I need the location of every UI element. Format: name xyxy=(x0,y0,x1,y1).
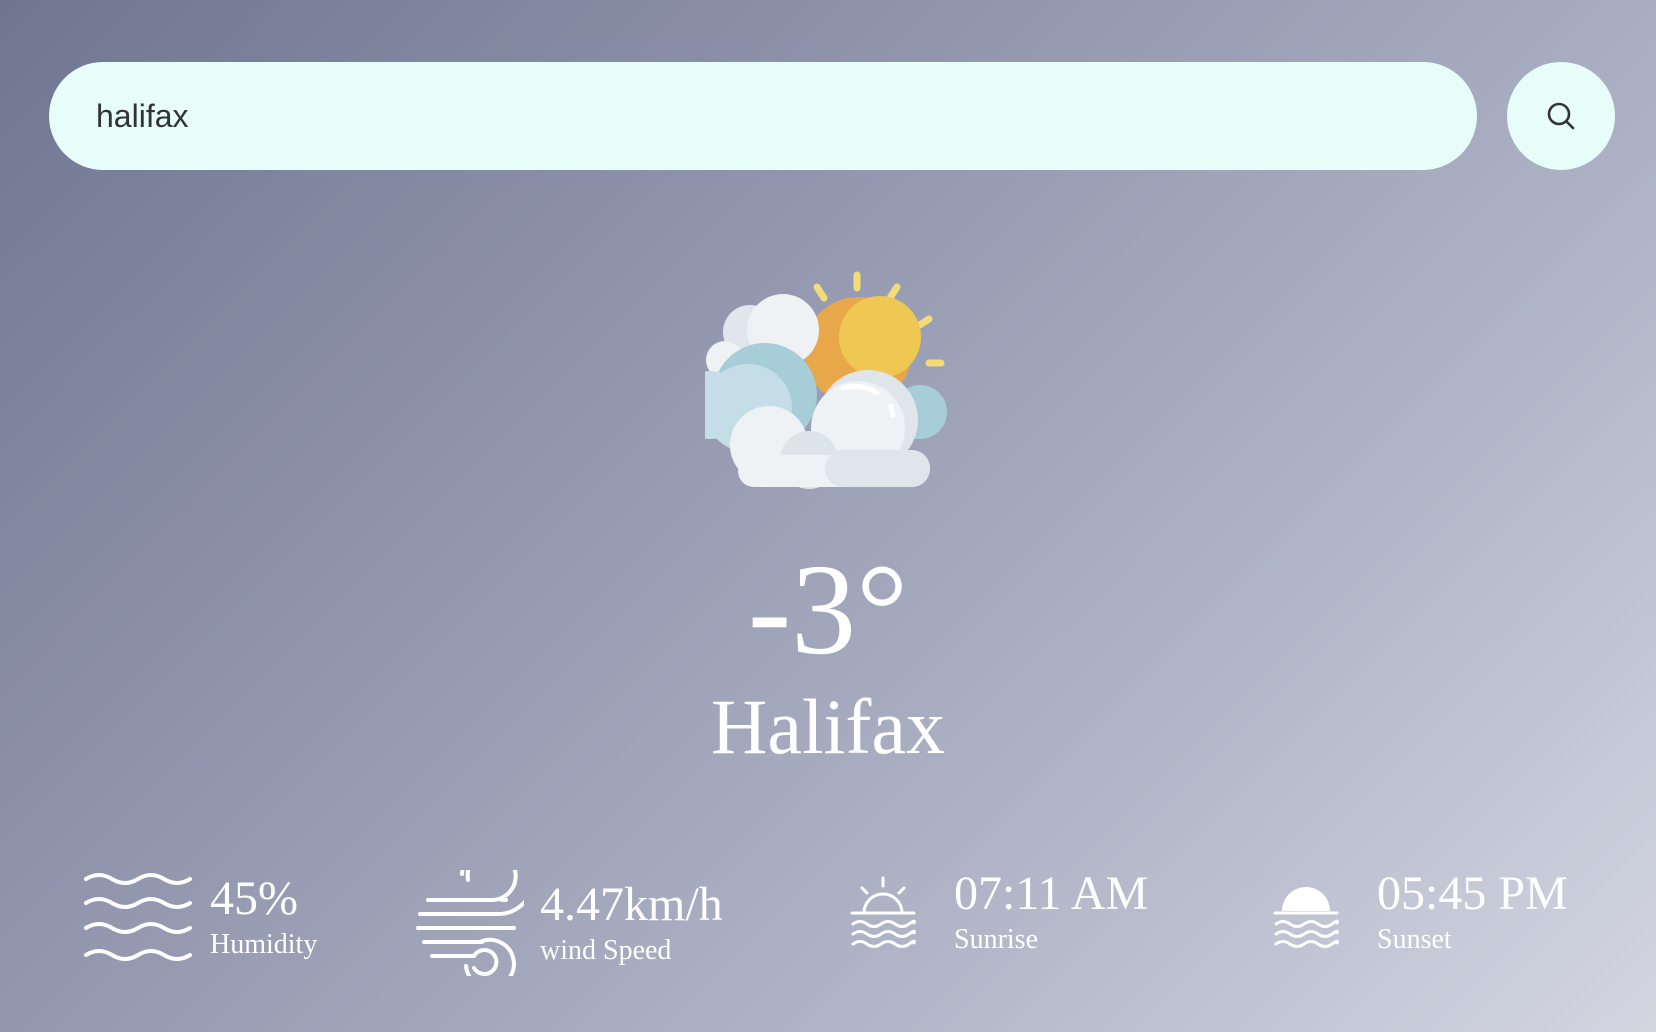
humidity-waves-icon xyxy=(84,873,192,961)
sunset-label: Sunset xyxy=(1377,924,1452,955)
wind-stat: 4.47km/h wind Speed xyxy=(416,870,723,976)
wind-value: 4.47km/h xyxy=(540,878,723,931)
search-input[interactable] xyxy=(94,96,1432,136)
wind-label: wind Speed xyxy=(540,935,672,966)
city-name: Halifax xyxy=(711,683,945,770)
search-icon xyxy=(1547,102,1575,130)
humidity-label: Humidity xyxy=(210,929,318,960)
sunrise-icon xyxy=(850,876,916,948)
partly-cloudy-icon xyxy=(705,271,947,489)
temperature: -3° xyxy=(747,538,909,682)
sunrise-stat: 07:11 AM Sunrise xyxy=(850,870,1148,954)
search-bar xyxy=(49,62,1477,170)
sunset-value: 05:45 PM xyxy=(1377,867,1568,920)
wind-icon xyxy=(416,870,524,976)
humidity-value: 45% xyxy=(210,872,298,925)
sunrise-value: 07:11 AM xyxy=(954,867,1149,920)
sunrise-label: Sunrise xyxy=(954,924,1038,955)
sunset-icon xyxy=(1273,887,1339,948)
sunset-stat: 05:45 PM Sunset xyxy=(1273,870,1568,954)
humidity-stat: 45% Humidity xyxy=(84,870,317,964)
search-button[interactable] xyxy=(1507,62,1615,170)
